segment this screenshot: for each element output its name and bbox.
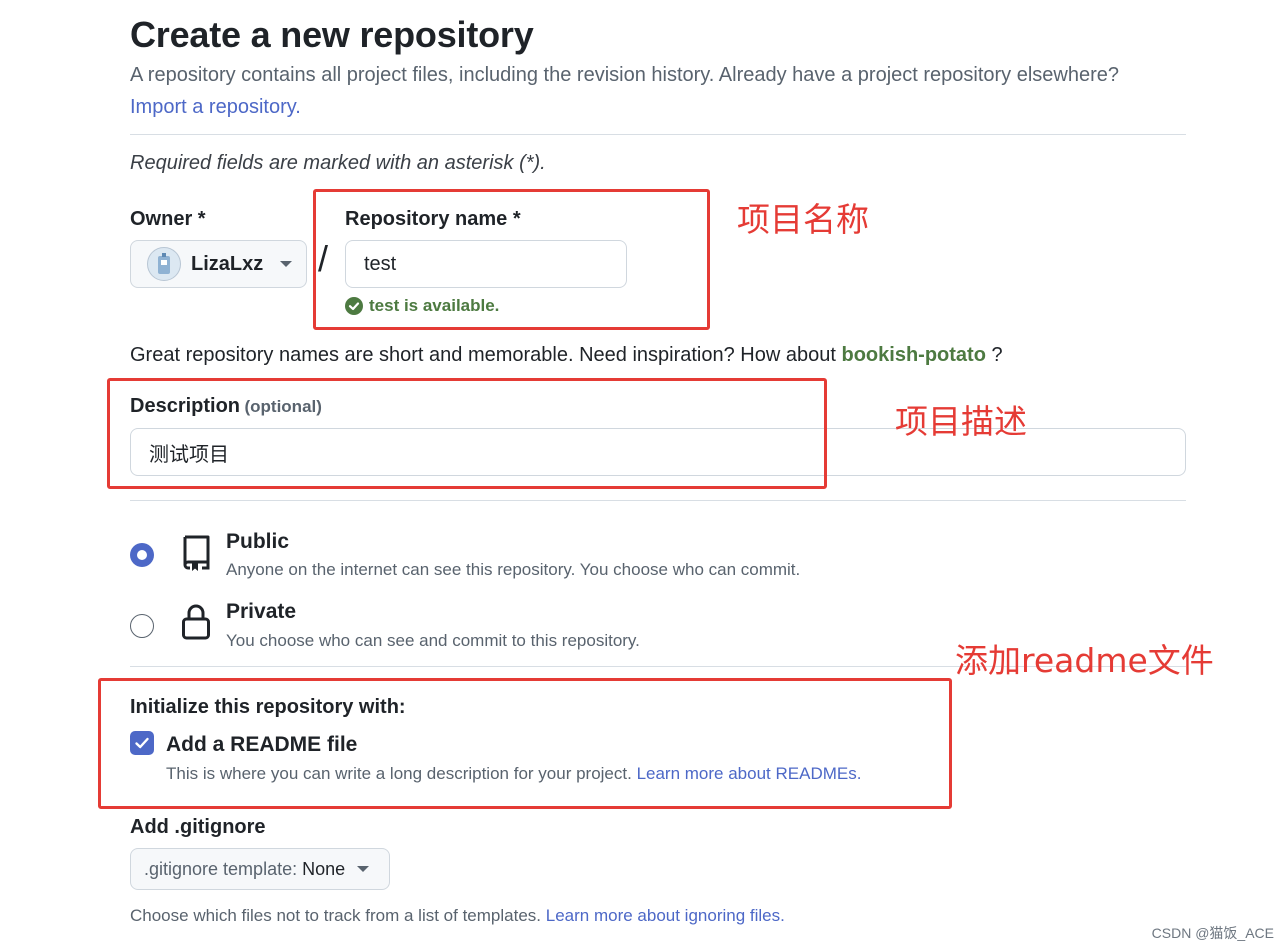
divider xyxy=(130,134,1186,135)
radio-dot xyxy=(137,550,147,560)
suggestion-text: Great repository names are short and mem… xyxy=(130,344,836,366)
page-subtitle: A repository contains all project files,… xyxy=(130,64,1120,86)
annotation-box-description xyxy=(107,378,827,489)
owner-name: LizaLxz xyxy=(191,252,264,275)
private-radio[interactable] xyxy=(130,614,154,638)
private-description: You choose who can see and commit to thi… xyxy=(226,631,640,650)
watermark: CSDN @猫饭_ACE xyxy=(1151,925,1274,941)
suggestion-suffix: ? xyxy=(991,344,1003,366)
private-title: Private xyxy=(226,600,297,623)
name-suggestion: Great repository names are short and mem… xyxy=(130,344,1003,367)
repo-icon xyxy=(183,535,210,571)
gitignore-template-select[interactable]: .gitignore template: None xyxy=(130,848,390,890)
gitignore-select-value: None xyxy=(302,858,346,879)
gitignore-label: Add .gitignore xyxy=(130,816,266,838)
suggested-name-link[interactable]: bookish-potato xyxy=(841,344,985,366)
chevron-down-icon xyxy=(357,866,370,872)
lock-icon xyxy=(182,604,210,640)
chevron-down-icon xyxy=(280,261,293,267)
annotation-box-repo-name xyxy=(313,189,710,330)
gitignore-help: Choose which files not to track from a l… xyxy=(130,906,785,926)
public-description: Anyone on the internet can see this repo… xyxy=(226,560,801,579)
annotation-box-readme xyxy=(98,678,952,809)
public-radio[interactable] xyxy=(130,543,154,567)
divider xyxy=(130,500,1186,501)
required-fields-note: Required fields are marked with an aster… xyxy=(130,152,546,174)
import-repository-link[interactable]: Import a repository. xyxy=(130,96,301,119)
ignoring-files-link[interactable]: Learn more about ignoring files. xyxy=(546,906,785,925)
owner-dropdown[interactable]: LizaLxz xyxy=(130,240,307,288)
gitignore-select-prefix: .gitignore template: xyxy=(144,858,298,879)
page-title: Create a new repository xyxy=(130,14,534,55)
annotation-description: 项目描述 xyxy=(895,402,1027,441)
owner-label: Owner * xyxy=(130,208,206,230)
gitignore-desc: Choose which files not to track from a l… xyxy=(130,906,542,925)
avatar xyxy=(147,247,181,281)
public-title: Public xyxy=(226,530,290,553)
annotation-readme: 添加readme文件 xyxy=(955,641,1214,680)
annotation-repo-name: 项目名称 xyxy=(737,200,869,239)
